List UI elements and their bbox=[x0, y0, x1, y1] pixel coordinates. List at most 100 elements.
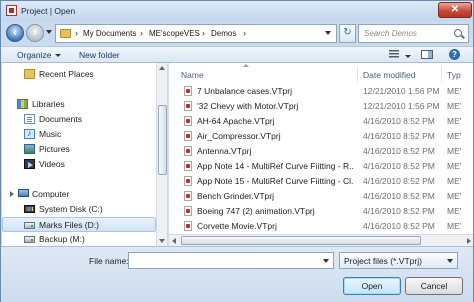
pictures-icon bbox=[24, 144, 35, 154]
address-history-dropdown-icon[interactable] bbox=[325, 31, 331, 35]
breadcrumb-mescopeves[interactable]: ME'scopeVES bbox=[149, 29, 200, 38]
file-name: AH-64 Apache.VTprj bbox=[197, 116, 275, 126]
nav-item-music[interactable]: Music bbox=[2, 127, 156, 142]
nav-item-label: Documents bbox=[39, 114, 82, 124]
scrollbar-thumb[interactable] bbox=[158, 105, 167, 175]
nav-item-pictures[interactable]: Pictures bbox=[2, 142, 156, 157]
vtprj-file-icon bbox=[184, 191, 192, 201]
file-type: ME' bbox=[447, 221, 462, 231]
recent-locations-dropdown-icon[interactable] bbox=[46, 30, 52, 34]
help-icon[interactable]: ? bbox=[449, 49, 460, 60]
breadcrumb-my-documents[interactable]: My Documents bbox=[83, 29, 136, 38]
file-row[interactable]: App Note 14 - MultiRef Curve Fiitting - … bbox=[169, 159, 473, 174]
file-row[interactable]: '32 Chevy with Motor.VTprj 12/21/2010 1:… bbox=[169, 99, 473, 114]
search-icon bbox=[454, 29, 462, 37]
organize-menu[interactable]: Organize bbox=[17, 50, 61, 60]
vtprj-file-icon bbox=[184, 131, 192, 141]
nav-item-label: Music bbox=[39, 129, 62, 139]
forward-button[interactable]: › bbox=[26, 24, 44, 42]
title-bar[interactable]: Project | Open ✕ bbox=[1, 1, 473, 21]
file-list-horizontal-scrollbar[interactable] bbox=[169, 234, 473, 246]
file-row[interactable]: Bench Grinder.VTprj 4/16/2010 8:52 PM ME… bbox=[169, 189, 473, 204]
file-name: App Note 14 - MultiRef Curve Fiitting - … bbox=[197, 161, 354, 171]
scrollbar-thumb[interactable] bbox=[181, 236, 421, 245]
new-folder-button[interactable]: New folder bbox=[79, 50, 120, 60]
nav-item-label: Backup (M:) bbox=[39, 234, 85, 244]
expand-arrow-icon[interactable] bbox=[10, 191, 14, 197]
nav-item-videos[interactable]: Videos bbox=[2, 157, 156, 172]
organize-label: Organize bbox=[17, 50, 52, 60]
window-title: Project | Open bbox=[21, 6, 76, 16]
chevron-right-icon[interactable]: › bbox=[140, 28, 143, 38]
file-name-history-dropdown-icon[interactable] bbox=[323, 259, 329, 263]
navigation-pane: Recent Places Libraries Documents Music … bbox=[2, 63, 167, 246]
column-header-date[interactable]: Date modified bbox=[357, 63, 441, 84]
file-date: 4/16/2010 8:52 PM bbox=[363, 146, 435, 156]
file-row[interactable]: 7 Unbalance cases.VTprj 12/21/2010 1:56 … bbox=[169, 84, 473, 99]
file-row[interactable]: Boeing 747 (2) animation.VTprj 4/16/2010… bbox=[169, 204, 473, 219]
nav-item-documents[interactable]: Documents bbox=[2, 112, 156, 127]
chevron-down-icon bbox=[447, 259, 453, 263]
file-row[interactable]: Antenna.VTprj 4/16/2010 8:52 PM ME' bbox=[169, 144, 473, 159]
scroll-down-icon[interactable] bbox=[159, 239, 165, 243]
scroll-left-icon[interactable] bbox=[172, 238, 176, 244]
vtprj-file-icon bbox=[184, 146, 192, 156]
nav-item-computer[interactable]: Computer bbox=[2, 187, 156, 202]
file-name: App Note 15 - MultiRef Curve Fiitting - … bbox=[197, 176, 354, 186]
file-row[interactable]: Air_Compressor.VTprj 4/16/2010 8:52 PM M… bbox=[169, 129, 473, 144]
view-options-dropdown-icon[interactable] bbox=[405, 55, 411, 58]
file-type-filter-select[interactable]: Project files (*.VTprj) bbox=[339, 252, 458, 269]
chevron-right-icon[interactable]: › bbox=[243, 28, 246, 38]
recent-places-icon bbox=[24, 69, 35, 79]
file-type: ME' bbox=[447, 116, 462, 126]
nav-item-marks-files[interactable]: Marks Files (D:) bbox=[2, 217, 156, 232]
nav-item-libraries[interactable]: Libraries bbox=[2, 97, 156, 112]
column-header-name[interactable]: Name bbox=[169, 63, 357, 84]
file-name: Boeing 747 (2) animation.VTprj bbox=[197, 206, 315, 216]
scroll-up-icon[interactable] bbox=[159, 66, 165, 70]
preview-pane-icon[interactable] bbox=[421, 50, 433, 59]
cancel-button[interactable]: Cancel bbox=[405, 277, 463, 295]
back-button[interactable]: ‹ bbox=[6, 24, 24, 42]
nav-item-recent-places[interactable]: Recent Places bbox=[2, 67, 156, 82]
file-type-filter-value: Project files (*.VTprj) bbox=[344, 256, 422, 266]
column-header-type[interactable]: Typ bbox=[441, 63, 473, 84]
file-name: Antenna.VTprj bbox=[197, 146, 252, 156]
file-name-input[interactable] bbox=[128, 252, 334, 269]
nav-item-backup[interactable]: Backup (M:) bbox=[2, 232, 156, 246]
open-button[interactable]: Open bbox=[343, 277, 401, 295]
address-bar[interactable]: › My Documents › ME'scopeVES › Demos › bbox=[55, 24, 337, 43]
file-row[interactable]: AH-64 Apache.VTprj 4/16/2010 8:52 PM ME' bbox=[169, 114, 473, 129]
chevron-right-icon[interactable]: › bbox=[75, 28, 78, 38]
vtprj-file-icon bbox=[184, 176, 192, 186]
file-row[interactable]: Corvette Movie.VTprj 4/16/2010 8:52 PM M… bbox=[169, 219, 473, 234]
file-type: ME' bbox=[447, 191, 462, 201]
refresh-button[interactable]: ↻ bbox=[339, 24, 356, 43]
music-icon bbox=[24, 128, 35, 139]
search-input[interactable]: Search Demos bbox=[358, 24, 469, 43]
nav-vertical-scrollbar[interactable] bbox=[156, 63, 167, 246]
file-date: 4/16/2010 8:52 PM bbox=[363, 206, 435, 216]
change-view-icon[interactable] bbox=[389, 50, 399, 59]
file-row[interactable]: App Note 15 - MultiRef Curve Fiitting - … bbox=[169, 174, 473, 189]
libraries-icon bbox=[17, 99, 28, 109]
nav-item-label: Recent Places bbox=[39, 69, 94, 79]
breadcrumb-demos[interactable]: Demos bbox=[211, 29, 236, 38]
sort-ascending-icon bbox=[243, 64, 249, 67]
nav-item-label: System Disk (C:) bbox=[39, 204, 103, 214]
file-name: Corvette Movie.VTprj bbox=[197, 221, 277, 231]
chevron-right-icon[interactable]: › bbox=[202, 28, 205, 38]
close-button[interactable]: ✕ bbox=[438, 2, 472, 18]
nav-item-system-disk[interactable]: System Disk (C:) bbox=[2, 202, 156, 217]
file-date: 4/16/2010 8:52 PM bbox=[363, 131, 435, 141]
open-dialog: Project | Open ✕ ‹ › › My Documents › ME… bbox=[0, 0, 474, 302]
file-date: 12/21/2010 1:56 PM bbox=[363, 101, 440, 111]
vtprj-file-icon bbox=[184, 86, 192, 96]
bottom-panel: File name: Project files (*.VTprj) Open … bbox=[1, 246, 473, 302]
chevron-down-icon bbox=[54, 54, 61, 58]
nav-item-label: Marks Files (D:) bbox=[39, 220, 99, 230]
scroll-right-icon[interactable] bbox=[467, 238, 471, 244]
drive-icon bbox=[24, 222, 35, 229]
file-date: 12/21/2010 1:56 PM bbox=[363, 86, 440, 96]
file-name: 7 Unbalance cases.VTprj bbox=[197, 86, 292, 96]
